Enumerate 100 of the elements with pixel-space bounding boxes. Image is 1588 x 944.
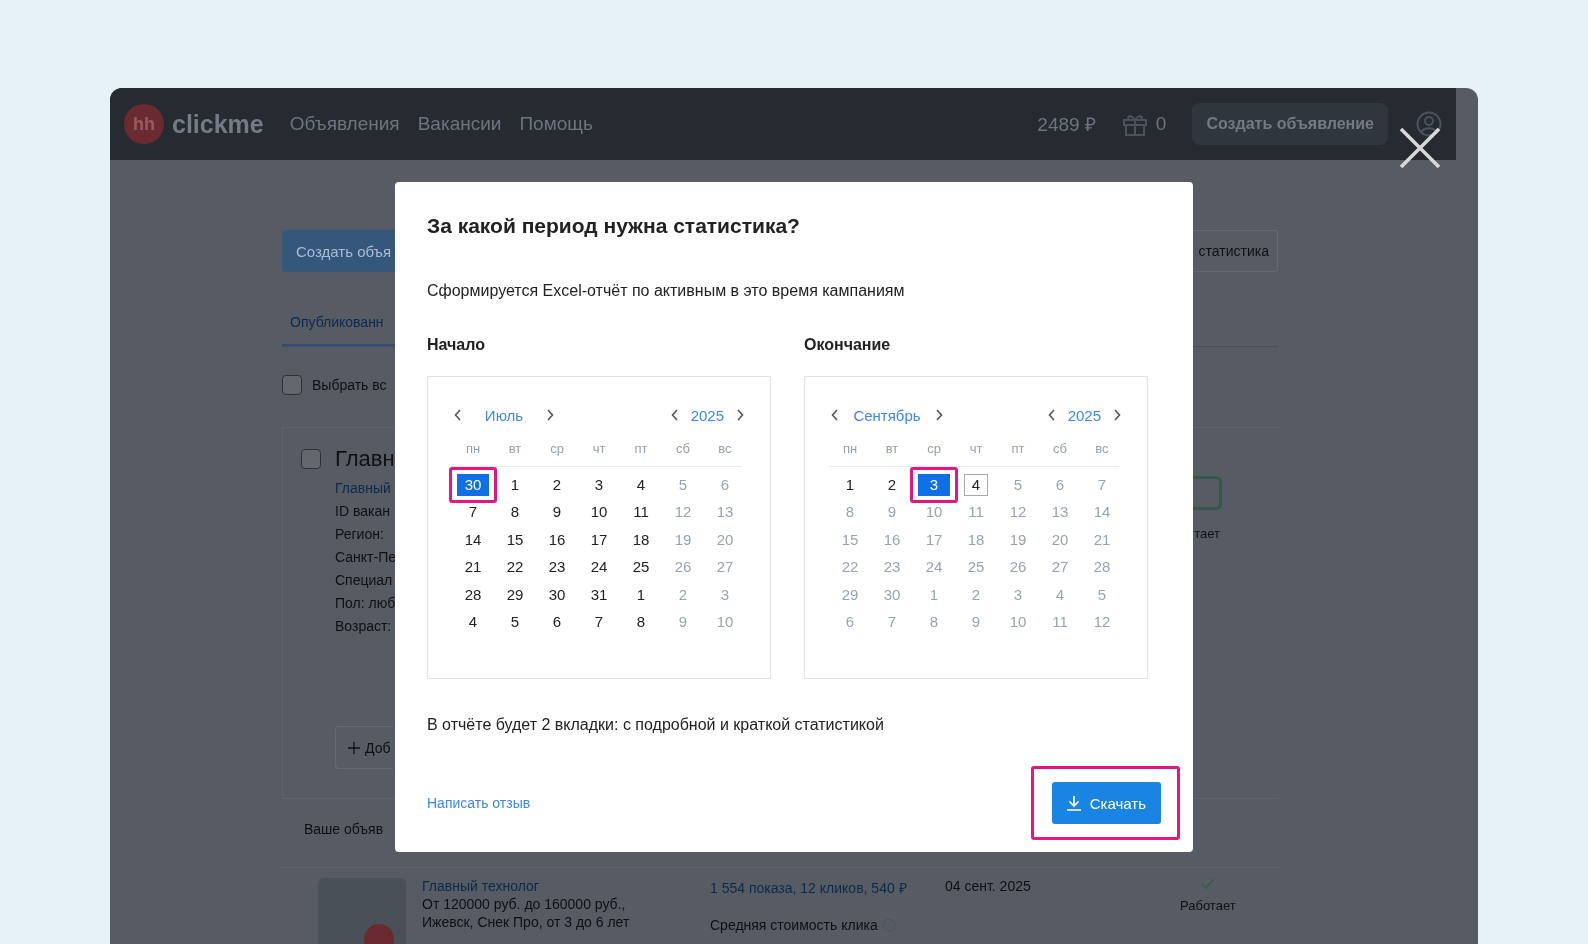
month-link[interactable]: Сентябрь [851, 406, 923, 424]
nav-link[interactable]: Объявления [289, 113, 400, 135]
next-month-button[interactable] [544, 407, 556, 423]
calendar-day[interactable]: 10 [1002, 611, 1034, 634]
calendar-day[interactable]: 2 [541, 473, 573, 496]
calendar-day[interactable]: 29 [499, 583, 531, 606]
nav-link[interactable]: Вакансии [417, 113, 502, 135]
nav-link[interactable]: Помощь [519, 113, 593, 135]
year-link[interactable]: 2025 [1067, 406, 1101, 424]
calendar-day[interactable]: 14 [457, 528, 489, 551]
calendar-day[interactable]: 3 [583, 473, 615, 496]
calendar-day[interactable]: 10 [583, 501, 615, 524]
calendar-day[interactable]: 10 [918, 501, 950, 524]
calendar-day[interactable]: 27 [709, 556, 741, 579]
calendar-day[interactable]: 19 [1002, 528, 1034, 551]
calendar-day[interactable]: 10 [709, 611, 741, 634]
calendar-day[interactable]: 1 [918, 583, 950, 606]
calendar-day[interactable]: 2 [667, 583, 699, 606]
calendar-day[interactable]: 5 [499, 611, 531, 634]
calendar-day[interactable]: 13 [1044, 501, 1076, 524]
calendar-day[interactable]: 8 [834, 501, 866, 524]
calendar-day[interactable]: 9 [876, 501, 908, 524]
calendar-day[interactable]: 28 [1086, 556, 1118, 579]
calendar-day[interactable]: 30 [457, 473, 489, 496]
calendar-day[interactable]: 5 [1002, 473, 1034, 496]
calendar-day[interactable]: 12 [1002, 501, 1034, 524]
calendar-day[interactable]: 3 [709, 583, 741, 606]
calendar-day[interactable]: 9 [541, 501, 573, 524]
calendar-day[interactable]: 19 [667, 528, 699, 551]
calendar-day[interactable]: 4 [1044, 583, 1076, 606]
previous-month-button[interactable] [452, 407, 464, 423]
calendar-day[interactable]: 27 [1044, 556, 1076, 579]
calendar-day[interactable]: 4 [457, 611, 489, 634]
year-link[interactable]: 2025 [690, 406, 724, 424]
calendar-day[interactable]: 2 [960, 583, 992, 606]
calendar-day[interactable]: 22 [834, 556, 866, 579]
download-button[interactable]: Скачать [1051, 782, 1161, 824]
calendar-day[interactable]: 15 [834, 528, 866, 551]
calendar-day[interactable]: 20 [1044, 528, 1076, 551]
calendar-day[interactable]: 30 [541, 583, 573, 606]
calendar-day[interactable]: 14 [1086, 501, 1118, 524]
calendar-day[interactable]: 9 [960, 611, 992, 634]
calendar-day[interactable]: 22 [499, 556, 531, 579]
next-year-button[interactable] [734, 407, 746, 423]
calendar-day[interactable]: 12 [1086, 611, 1118, 634]
next-month-button[interactable] [933, 407, 945, 423]
user-icon[interactable] [1416, 111, 1442, 137]
calendar-day[interactable]: 1 [499, 473, 531, 496]
calendar-day[interactable]: 21 [457, 556, 489, 579]
calendar-day[interactable]: 29 [834, 583, 866, 606]
calendar-day[interactable]: 6 [541, 611, 573, 634]
calendar-day[interactable]: 31 [583, 583, 615, 606]
add-button[interactable]: Доб [335, 726, 393, 769]
calendar-day[interactable]: 7 [457, 501, 489, 524]
vacancy-link[interactable]: Главный [335, 480, 391, 496]
calendar-day[interactable]: 23 [541, 556, 573, 579]
calendar-day[interactable]: 2 [876, 473, 908, 496]
calendar-day[interactable]: 11 [625, 501, 657, 524]
calendar-day[interactable]: 17 [583, 528, 615, 551]
calendar-day[interactable]: 1 [834, 473, 866, 496]
calendar-day[interactable]: 8 [918, 611, 950, 634]
calendar-day[interactable]: 15 [499, 528, 531, 551]
ad-title-link[interactable]: Главный технолог [422, 878, 539, 894]
month-link[interactable]: Июль [474, 406, 534, 424]
calendar-day[interactable]: 11 [960, 501, 992, 524]
calendar-day[interactable]: 28 [457, 583, 489, 606]
calendar-day[interactable]: 7 [583, 611, 615, 634]
calendar-day[interactable]: 11 [1044, 611, 1076, 634]
calendar-day[interactable]: 12 [667, 501, 699, 524]
calendar-day[interactable]: 23 [876, 556, 908, 579]
checkbox[interactable] [282, 375, 302, 395]
calendar-day[interactable]: 5 [667, 473, 699, 496]
calendar-day[interactable]: 30 [876, 583, 908, 606]
next-year-button[interactable] [1111, 407, 1123, 423]
calendar-day[interactable]: 13 [709, 501, 741, 524]
calendar-day[interactable]: 16 [876, 528, 908, 551]
calendar-day[interactable]: 16 [541, 528, 573, 551]
calendar-day[interactable]: 6 [1044, 473, 1076, 496]
calendar-day[interactable]: 6 [834, 611, 866, 634]
feedback-link[interactable]: Написать отзыв [427, 795, 531, 811]
calendar-day[interactable]: 5 [1086, 583, 1118, 606]
calendar-day[interactable]: 3 [918, 473, 950, 496]
calendar-day[interactable]: 24 [583, 556, 615, 579]
calendar-day[interactable]: 26 [667, 556, 699, 579]
calendar-day[interactable]: 17 [918, 528, 950, 551]
calendar-day[interactable]: 4 [964, 473, 988, 496]
calendar-day[interactable]: 9 [667, 611, 699, 634]
calendar-day[interactable]: 8 [625, 611, 657, 634]
calendar-day[interactable]: 4 [625, 473, 657, 496]
previous-month-button[interactable] [829, 407, 841, 423]
calendar-day[interactable]: 7 [1086, 473, 1118, 496]
calendar-day[interactable]: 7 [876, 611, 908, 634]
calendar-day[interactable]: 18 [625, 528, 657, 551]
calendar-day[interactable]: 1 [625, 583, 657, 606]
close-button[interactable] [1398, 126, 1442, 170]
calendar-day[interactable]: 25 [960, 556, 992, 579]
checkbox[interactable] [301, 449, 321, 469]
calendar-day[interactable]: 18 [960, 528, 992, 551]
create-ad-button[interactable]: Создать объявление [1192, 103, 1388, 145]
calendar-day[interactable]: 20 [709, 528, 741, 551]
